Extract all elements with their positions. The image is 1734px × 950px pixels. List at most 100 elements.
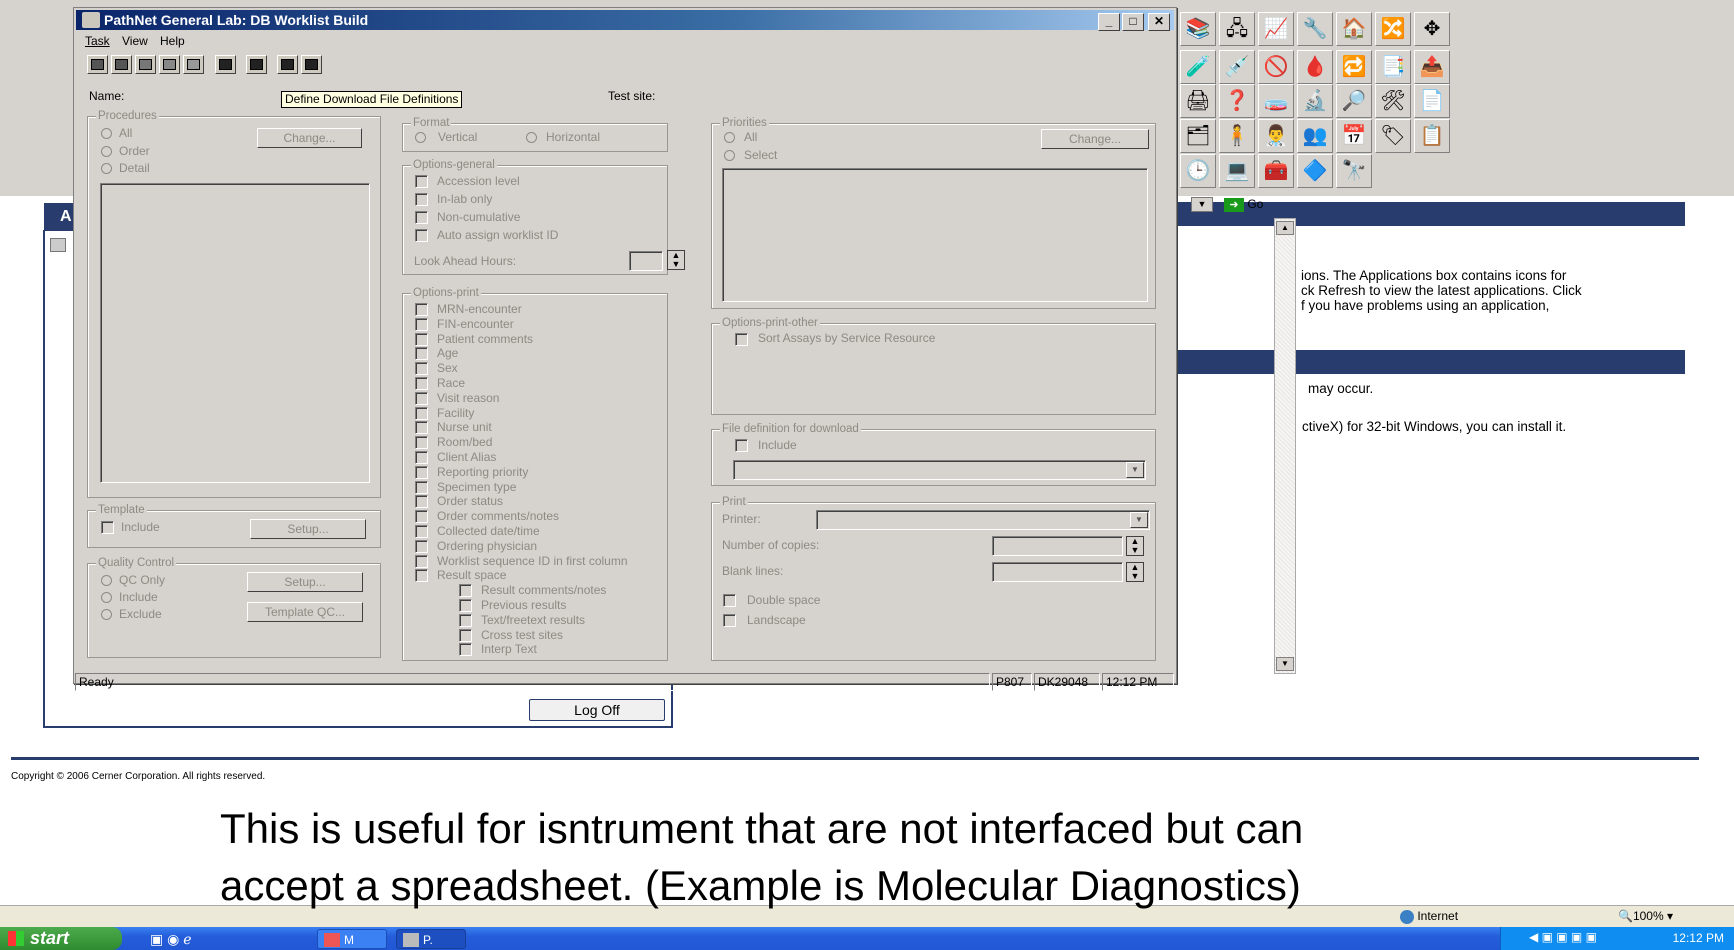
scroll-down-icon[interactable]: ▼ bbox=[1276, 657, 1294, 671]
look-ahead-hours-spinner[interactable]: ▲ ▼ bbox=[667, 250, 685, 270]
print-option-checkbox-6[interactable] bbox=[415, 391, 428, 405]
procedures-change-button[interactable]: Change... bbox=[257, 128, 362, 148]
in-lab-only-checkbox[interactable] bbox=[415, 193, 428, 206]
blood-bank-icon[interactable]: 🩸 bbox=[1297, 50, 1333, 84]
template-qc-button[interactable]: Template QC... bbox=[247, 602, 363, 622]
qc-only-radio[interactable] bbox=[101, 575, 112, 586]
print-option-checkbox-10[interactable] bbox=[415, 451, 428, 464]
taskbar-item-m[interactable]: M bbox=[317, 929, 387, 949]
worklist-icon[interactable]: 🗂 bbox=[1180, 119, 1216, 153]
microscope-icon[interactable]: 🔬 bbox=[1297, 84, 1333, 118]
start-button[interactable]: start bbox=[0, 927, 122, 950]
dispatch-icon[interactable]: 📤 bbox=[1414, 50, 1450, 84]
blank-lines-spinner[interactable]: ▲ ▼ bbox=[1126, 562, 1144, 582]
patient-icon[interactable]: 🧍 bbox=[1219, 119, 1255, 153]
quick-launch-icons[interactable]: ▣ ◉ ℯ bbox=[150, 930, 260, 948]
scroll-up-icon[interactable]: ▲ bbox=[1276, 221, 1294, 235]
toolbar-screen-icon[interactable] bbox=[215, 55, 236, 74]
file-icon[interactable]: 📋 bbox=[1414, 119, 1450, 153]
maximize-button[interactable]: □ bbox=[1122, 13, 1144, 31]
non-cumulative-checkbox[interactable] bbox=[415, 211, 428, 224]
procedures-detail-radio[interactable] bbox=[101, 163, 112, 174]
printer-chevron-down-icon[interactable]: ▼ bbox=[1130, 512, 1148, 528]
toolbar-tool-icon[interactable] bbox=[183, 55, 204, 74]
print-sub-option-checkbox-2[interactable] bbox=[459, 613, 472, 627]
accession-icon[interactable]: 🏷 bbox=[1375, 119, 1411, 153]
number-of-copies-spinner[interactable]: ▲ ▼ bbox=[1126, 536, 1144, 556]
print-option-checkbox-1[interactable] bbox=[415, 317, 428, 331]
close-button[interactable]: ✕ bbox=[1148, 13, 1170, 31]
group-icon[interactable]: 👥 bbox=[1297, 119, 1333, 153]
network-icon[interactable]: 🔀 bbox=[1375, 12, 1411, 46]
priorities-change-button[interactable]: Change... bbox=[1041, 129, 1149, 149]
rack-icon[interactable]: 🧰 bbox=[1258, 154, 1294, 188]
template-setup-button[interactable]: Setup... bbox=[250, 519, 366, 539]
blank-lines-input[interactable] bbox=[992, 562, 1123, 582]
log-off-button[interactable]: Log Off bbox=[529, 699, 665, 721]
print-option-checkbox-14[interactable] bbox=[415, 510, 428, 524]
clock-icon[interactable]: 🕒 bbox=[1180, 154, 1216, 188]
print-option-checkbox-18[interactable] bbox=[415, 569, 428, 583]
qc-exclude-radio[interactable] bbox=[101, 609, 112, 620]
print-option-checkbox-12[interactable] bbox=[415, 480, 428, 494]
priorities-list[interactable] bbox=[722, 168, 1148, 302]
binoculars-icon[interactable]: 🔭 bbox=[1336, 154, 1372, 188]
home-icon[interactable] bbox=[50, 238, 66, 252]
print-option-checkbox-5[interactable] bbox=[415, 377, 428, 390]
file-definition-include-checkbox[interactable] bbox=[735, 439, 748, 452]
menu-task[interactable]: Task bbox=[85, 34, 110, 48]
help-icon[interactable]: ❓ bbox=[1219, 84, 1255, 118]
computer-icon[interactable]: 💻 bbox=[1219, 154, 1255, 188]
auto-assign-worklist-id-checkbox[interactable] bbox=[415, 229, 428, 242]
toolbar-monitor-icon[interactable] bbox=[277, 55, 298, 74]
home-app-icon[interactable]: 🏠 bbox=[1336, 12, 1372, 46]
print-sub-option-checkbox-0[interactable] bbox=[459, 584, 472, 598]
print-option-checkbox-4[interactable] bbox=[415, 362, 428, 376]
tray-icons[interactable]: ◀ ▣ ▣ ▣ ▣ bbox=[1529, 930, 1597, 944]
print-option-checkbox-7[interactable] bbox=[415, 406, 428, 420]
specimen-icon[interactable]: 🧪 bbox=[1180, 50, 1216, 84]
template-include-checkbox[interactable] bbox=[101, 521, 114, 534]
print-option-checkbox-2[interactable] bbox=[415, 332, 428, 346]
sort-assays-checkbox[interactable] bbox=[735, 333, 748, 346]
toolbar-new-icon[interactable] bbox=[87, 55, 108, 74]
report-icon[interactable]: 📑 bbox=[1375, 50, 1411, 84]
format-horizontal-radio[interactable] bbox=[526, 132, 537, 143]
cancel-icon[interactable]: 🚫 bbox=[1258, 50, 1294, 84]
arrows-icon[interactable]: ✥ bbox=[1414, 12, 1450, 46]
library-icon[interactable]: 📚 bbox=[1180, 12, 1216, 46]
printer-icon[interactable]: 🖨 bbox=[1180, 84, 1216, 118]
accession-level-checkbox[interactable] bbox=[415, 175, 428, 188]
patient-care-icon[interactable]: 👨‍⚕ bbox=[1258, 119, 1294, 153]
file-definition-dropdown[interactable]: ▼ bbox=[733, 460, 1146, 480]
minimize-button[interactable]: _ bbox=[1098, 13, 1120, 31]
go-dropdown[interactable]: ▼ bbox=[1191, 197, 1213, 212]
print-sub-option-checkbox-3[interactable] bbox=[459, 628, 472, 642]
qc-include-radio[interactable] bbox=[101, 592, 112, 603]
toolbar-open-icon[interactable] bbox=[111, 55, 132, 74]
toolbar-save-icon[interactable] bbox=[135, 55, 156, 74]
result-entry-icon[interactable]: 🧫 bbox=[1258, 84, 1294, 118]
inquiry-icon[interactable]: 🔎 bbox=[1336, 84, 1372, 118]
print-option-checkbox-0[interactable] bbox=[415, 303, 428, 316]
qc-setup-button[interactable]: Setup... bbox=[247, 572, 363, 592]
print-option-checkbox-3[interactable] bbox=[415, 347, 428, 361]
chevron-down-icon[interactable]: ▼ bbox=[1126, 462, 1144, 478]
background-scrollbar[interactable]: ▲ ▼ bbox=[1274, 218, 1296, 674]
print-option-checkbox-8[interactable] bbox=[415, 421, 428, 435]
calendar-icon[interactable]: 📅 bbox=[1336, 119, 1372, 153]
double-space-checkbox[interactable] bbox=[723, 594, 736, 607]
number-of-copies-input[interactable] bbox=[992, 536, 1123, 556]
print-option-checkbox-11[interactable] bbox=[415, 465, 428, 479]
document-icon[interactable]: 📄 bbox=[1414, 84, 1450, 118]
print-sub-option-checkbox-1[interactable] bbox=[459, 599, 472, 612]
org-chart-icon[interactable]: 🖧 bbox=[1219, 12, 1255, 46]
print-option-checkbox-13[interactable] bbox=[415, 495, 428, 509]
print-option-checkbox-17[interactable] bbox=[415, 554, 428, 568]
print-option-checkbox-15[interactable] bbox=[415, 525, 428, 538]
chart-icon[interactable]: 📈 bbox=[1258, 12, 1294, 46]
landscape-checkbox[interactable] bbox=[723, 614, 736, 627]
tools-icon[interactable]: 🛠 bbox=[1375, 84, 1411, 118]
print-sub-option-checkbox-4[interactable] bbox=[459, 643, 472, 657]
priorities-all-radio[interactable] bbox=[724, 132, 735, 143]
